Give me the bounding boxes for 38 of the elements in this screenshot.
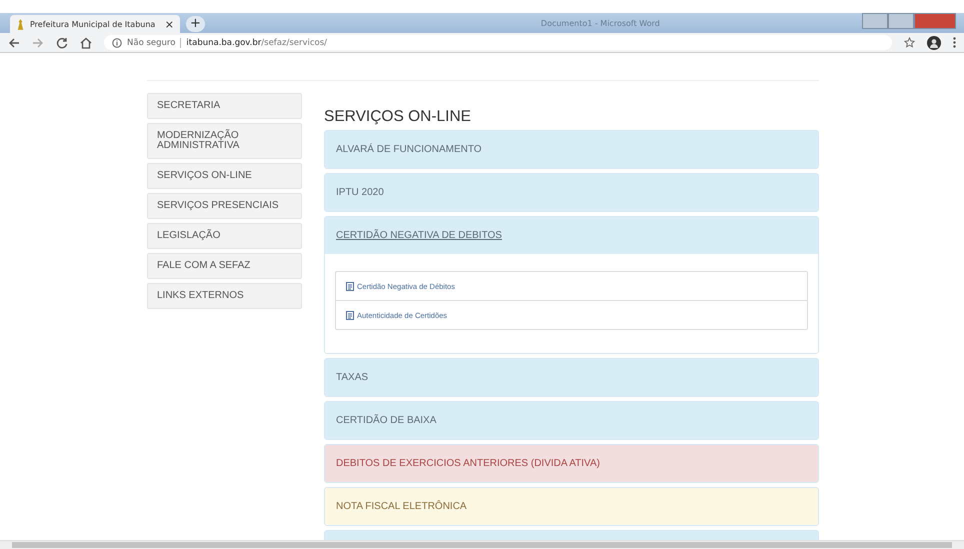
reload-icon[interactable]: [56, 36, 68, 48]
sidebar-item[interactable]: SECRETARIA: [147, 93, 302, 119]
panel-title-link[interactable]: CERTIDÃO DE BAIXA: [336, 415, 436, 426]
profile-icon[interactable]: [927, 36, 941, 50]
home-icon[interactable]: [80, 36, 92, 48]
sidebar-item[interactable]: SERVIÇOS PRESENCIAIS: [147, 193, 302, 219]
info-icon: [112, 38, 122, 48]
menu-icon[interactable]: [953, 37, 956, 48]
panel-title-link[interactable]: DEBITOS DE EXERCICIOS ANTERIORES (DIVIDA ATIVA): [336, 458, 600, 469]
browser-tab[interactable]: Prefeitura Municipal de Itabuna ×: [10, 15, 180, 33]
document-icon: [346, 310, 354, 320]
panel-heading[interactable]: IPTU 2020: [325, 174, 818, 211]
sidebar-item[interactable]: FALE COM A SEFAZ: [147, 253, 302, 279]
address-bar[interactable]: Não seguro itabuna.ba.gov.br/sefaz/servicos/: [104, 35, 892, 50]
panel-heading[interactable]: TAXAS: [325, 359, 818, 396]
star-icon[interactable]: [904, 37, 915, 48]
panel-title-link[interactable]: ALVARÁ DE FUNCIONAMENTO: [336, 144, 482, 155]
panel-title-link[interactable]: NOTA FISCAL ELETRÔNICA: [336, 501, 467, 512]
panel-title-link[interactable]: TAXAS: [336, 372, 368, 383]
sidebar-item[interactable]: LEGISLAÇÃO: [147, 223, 302, 249]
panel-title-link[interactable]: CERTIDÃO NEGATIVA DE DEBITOS: [336, 230, 502, 241]
figure-icon: [16, 18, 25, 30]
sidebar-item[interactable]: MODERNIZAÇÃO ADMINISTRATIVA: [147, 123, 302, 159]
sidebar-item[interactable]: LINKS EXTERNOS: [147, 283, 302, 309]
section-title: SERVIÇOS ON-LINE: [324, 108, 472, 126]
document-icon: [346, 282, 354, 290]
new-tab-button[interactable]: +: [186, 16, 205, 32]
panel-title-link[interactable]: IPTU 2020: [336, 187, 384, 198]
panel-heading[interactable]: NOTA FISCAL ELETRÔNICA: [325, 488, 818, 525]
panel-heading[interactable]: DEBITOS DE EXERCICIOS ANTERIORES (DIVIDA ATIVA): [325, 445, 818, 482]
horizontal-scrollbar[interactable]: [0, 540, 964, 549]
sidebar-item[interactable]: SERVIÇOS ON-LINE: [147, 163, 302, 189]
panel-heading[interactable]: CERTIDÃO NEGATIVA DE DEBITOS: [325, 217, 818, 254]
back-icon[interactable]: [8, 36, 20, 48]
panel-heading[interactable]: ALVARÁ DE FUNCIONAMENTO: [325, 131, 818, 168]
background-window-title: Documento1 - Microsoft Word: [540, 18, 660, 28]
close-tab-button[interactable]: ×: [164, 18, 174, 30]
panel-heading[interactable]: CERTIDÃO DE BAIXA: [325, 402, 818, 439]
